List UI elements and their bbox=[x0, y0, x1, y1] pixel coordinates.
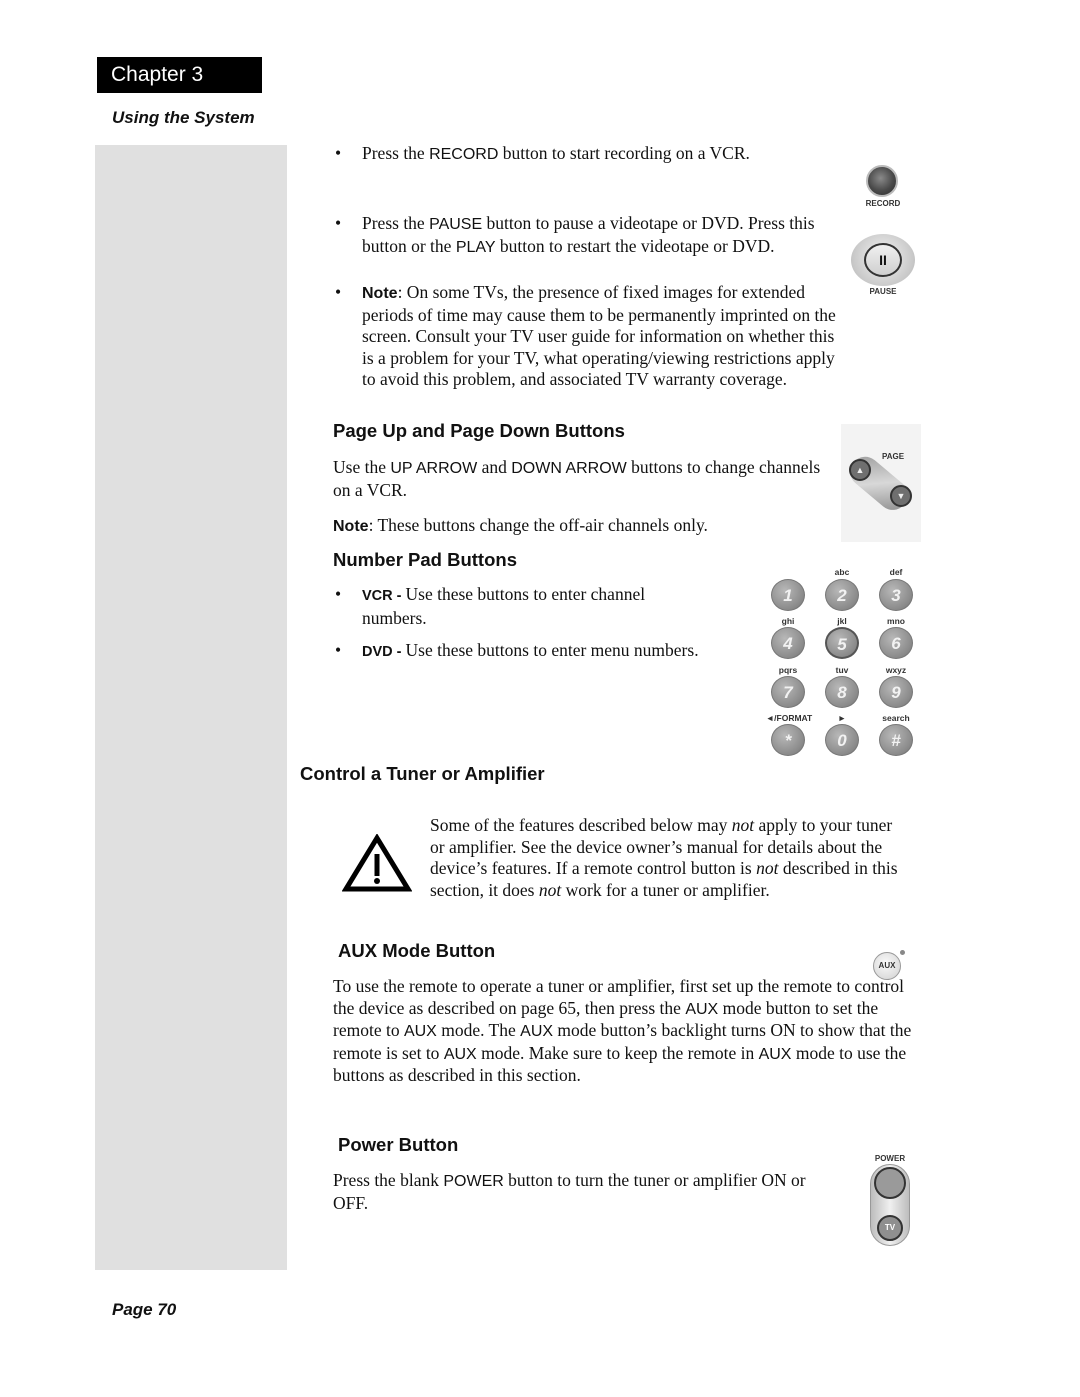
key-1: 1 bbox=[771, 579, 805, 611]
key-label: mno bbox=[887, 616, 905, 626]
pause-button-icon: II bbox=[851, 234, 915, 286]
page-buttons-text: Use the UP ARROW and DOWN ARROW buttons … bbox=[333, 457, 821, 500]
key-label: abc bbox=[834, 567, 850, 577]
key-6: 6 bbox=[879, 627, 913, 659]
key-label: ◄/FORMAT bbox=[765, 713, 813, 723]
pause-bullet: • Press the PAUSE button to pause a vide… bbox=[333, 213, 838, 258]
aux-heading: AUX Mode Button bbox=[338, 940, 496, 961]
page-number: Page 70 bbox=[112, 1300, 177, 1319]
bullet-text: Press the PAUSE button to pause a videot… bbox=[362, 213, 815, 256]
page-buttons-heading: Page Up and Page Down Buttons bbox=[333, 420, 625, 441]
key-label: tuv bbox=[835, 665, 849, 675]
key-3: 3 bbox=[879, 579, 913, 611]
tuner-heading: Control a Tuner or Amplifier bbox=[300, 763, 545, 784]
note-bullet: • Note: On some TVs, the presence of fix… bbox=[333, 282, 838, 391]
pause-caption: PAUSE bbox=[869, 287, 897, 296]
record-button-icon bbox=[866, 165, 898, 197]
power-heading: Power Button bbox=[338, 1134, 459, 1155]
key-2: 2 bbox=[825, 579, 859, 611]
page-caption: PAGE bbox=[881, 452, 905, 461]
bullet-text: Press the RECORD button to start recordi… bbox=[362, 143, 750, 163]
key-label: wxyz bbox=[885, 665, 907, 675]
key-label: jkl bbox=[837, 616, 847, 626]
key-0: 0 bbox=[825, 724, 859, 756]
record-bullet: • Press the RECORD button to start recor… bbox=[333, 143, 833, 166]
dvd-bullet: • DVD - Use these buttons to enter menu … bbox=[333, 640, 703, 664]
key-star: * bbox=[771, 724, 805, 756]
page-up-icon: ▲ bbox=[849, 459, 871, 481]
tv-button-icon: TV bbox=[877, 1215, 903, 1241]
power-button-icon bbox=[874, 1167, 906, 1199]
chapter-label: Chapter 3 bbox=[97, 57, 262, 93]
bullet-dot: • bbox=[335, 282, 342, 302]
bullet-dot: • bbox=[335, 640, 342, 660]
key-hash: # bbox=[879, 724, 913, 756]
key-8: 8 bbox=[825, 676, 859, 708]
sidebar-panel bbox=[95, 145, 287, 1270]
number-pad-heading: Number Pad Buttons bbox=[333, 549, 517, 570]
page-button-image: PAGE ▲ ▼ bbox=[841, 424, 921, 542]
key-label: ► bbox=[837, 713, 847, 723]
pause-glyph: II bbox=[864, 243, 902, 277]
key-label: pqrs bbox=[778, 665, 798, 675]
key-7: 7 bbox=[771, 676, 805, 708]
bullet-dot: • bbox=[335, 584, 342, 604]
bullet-dot: • bbox=[335, 143, 342, 163]
power-button-image: TV bbox=[870, 1164, 910, 1246]
warning-icon bbox=[342, 834, 412, 892]
section-title: Using the System bbox=[112, 108, 255, 127]
page-down-icon: ▼ bbox=[890, 485, 912, 507]
key-4: 4 bbox=[771, 627, 805, 659]
power-text: Press the blank POWER button to turn the… bbox=[333, 1170, 806, 1213]
bullet-dot: • bbox=[335, 213, 342, 233]
bullet-text: VCR - Use these buttons to enter channel… bbox=[362, 584, 646, 628]
vcr-bullet: • VCR - Use these buttons to enter chann… bbox=[333, 584, 703, 629]
key-label: search bbox=[882, 713, 910, 723]
key-9: 9 bbox=[879, 676, 913, 708]
key-5: 5 bbox=[825, 627, 859, 659]
page-buttons-note: Note: These buttons change the off-air c… bbox=[333, 515, 708, 535]
key-label: ghi bbox=[781, 616, 795, 626]
power-caption: POWER bbox=[874, 1154, 906, 1163]
aux-indicator-dot bbox=[900, 950, 905, 955]
bullet-text: Note: On some TVs, the presence of fixed… bbox=[362, 282, 836, 389]
bullet-text: DVD - Use these buttons to enter menu nu… bbox=[362, 640, 699, 660]
record-caption: RECORD bbox=[865, 199, 901, 208]
aux-text: To use the remote to operate a tuner or … bbox=[333, 976, 912, 1085]
key-label: def bbox=[889, 567, 903, 577]
warning-text: Some of the features described below may… bbox=[430, 815, 898, 900]
number-pad-image: 1 abc 2 def 3 ghi 4 jkl 5 mno 6 pqrs 7 t… bbox=[760, 560, 930, 760]
